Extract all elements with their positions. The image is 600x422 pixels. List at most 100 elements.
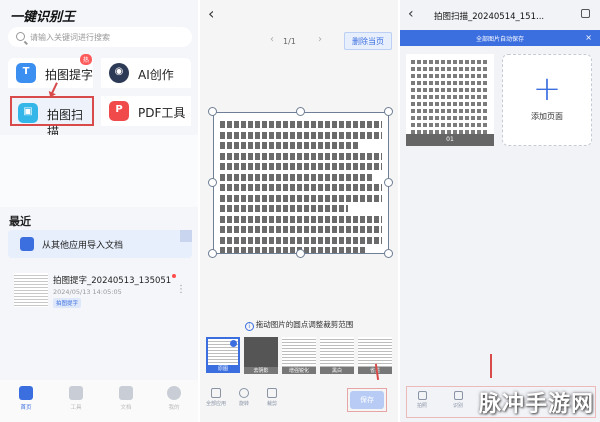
- crop-handle[interactable]: [384, 249, 393, 258]
- nav-profile[interactable]: 我的: [158, 386, 190, 411]
- filter-option[interactable]: 原图: [206, 337, 240, 373]
- file-date: 2024/05/13 14:05:05: [53, 288, 122, 296]
- text-extract-icon: T: [16, 63, 36, 83]
- recent-heading: 最近: [9, 215, 31, 228]
- feature-ai-create[interactable]: ◉ AI创作: [101, 58, 191, 88]
- apply-all-button[interactable]: 全部应用: [204, 388, 228, 407]
- close-icon[interactable]: ×: [585, 33, 592, 42]
- tool-label: 裁剪: [266, 401, 277, 407]
- tool-label: 拍照: [416, 403, 427, 409]
- profile-icon: [167, 386, 181, 400]
- list-item[interactable]: 拍图提字_20240513_135051 2024/05/13 14:05:05…: [8, 270, 192, 310]
- crop-button[interactable]: 裁剪: [260, 388, 284, 407]
- filter-strip: 原图 去阴影 增强锐化 黑白 省墨: [206, 337, 394, 379]
- search-placeholder: 请输入关键词进行搜索: [30, 33, 110, 42]
- feature-photo-scan[interactable]: ▣ 拍图扫描: [10, 96, 94, 139]
- page-indicator: 1/1: [283, 37, 296, 46]
- pointer-arrow: [490, 354, 492, 378]
- tool-label: 识别: [452, 403, 463, 409]
- scan-icon: ▣: [18, 103, 38, 123]
- document-pages-screen: ‹ 拍图扫描_20240514_151... 全部图片自动保存 × 01 + 添…: [400, 0, 600, 422]
- recognize-button[interactable]: 识别: [448, 391, 468, 409]
- crop-handle[interactable]: [296, 249, 305, 258]
- done-icon[interactable]: [581, 9, 590, 18]
- nav-label: 首页: [20, 405, 32, 411]
- tool-label: 旋转: [238, 401, 249, 407]
- document-preview: [213, 112, 389, 254]
- watermark: 脉冲手游网: [478, 392, 594, 417]
- autosave-banner: 全部图片自动保存 ×: [400, 30, 600, 46]
- filter-option[interactable]: 去阴影: [244, 337, 278, 374]
- back-arrow-icon[interactable]: ‹: [208, 4, 214, 23]
- filter-label: 原图: [208, 365, 238, 372]
- nav-tools[interactable]: 工具: [60, 386, 92, 411]
- filter-option[interactable]: 增强锐化: [282, 337, 316, 374]
- crop-handle[interactable]: [208, 249, 217, 258]
- filter-label: 黑白: [320, 367, 354, 374]
- plus-icon: +: [532, 69, 562, 109]
- next-page-icon[interactable]: ›: [318, 34, 322, 45]
- import-from-apps-button[interactable]: 从其他应用导入文档: [8, 230, 192, 258]
- feature-pdf-tools[interactable]: P PDF工具: [101, 96, 191, 126]
- nav-label: 文档: [120, 405, 132, 411]
- tool-label: 全部应用: [205, 401, 226, 407]
- robot-icon: ◉: [109, 63, 129, 83]
- rotate-icon: [239, 388, 249, 398]
- tip-text: 拖动图片的圆点调整裁剪范围: [255, 320, 354, 329]
- feature-label: PDF工具: [138, 106, 186, 120]
- filter-label: 去阴影: [244, 367, 278, 374]
- camera-button[interactable]: 拍照: [412, 391, 432, 409]
- home-icon: [19, 386, 33, 400]
- import-label: 从其他应用导入文档: [42, 241, 124, 251]
- feature-label: 拍图提字: [45, 68, 94, 82]
- info-icon: i: [244, 322, 254, 331]
- check-icon: [230, 340, 237, 347]
- apply-all-icon: [211, 388, 221, 398]
- file-name: 拍图提字_20240513_135051: [53, 276, 172, 286]
- crop-handle[interactable]: [296, 107, 305, 116]
- corner-fold-icon: [180, 230, 192, 242]
- page-number: 01: [406, 134, 494, 146]
- crop-handle[interactable]: [208, 178, 217, 187]
- more-icon[interactable]: ⋮: [176, 284, 186, 295]
- feature-label: AI创作: [138, 68, 174, 82]
- nav-home[interactable]: 首页: [10, 386, 42, 411]
- back-arrow-icon[interactable]: ‹: [408, 6, 414, 22]
- save-button[interactable]: 保存: [350, 391, 384, 409]
- file-tag: 拍图提字: [53, 298, 82, 308]
- rotate-button[interactable]: 旋转: [232, 388, 256, 407]
- crop-toolbar: 全部应用 旋转 裁剪 保存: [200, 363, 398, 422]
- nav-label: 我的: [168, 405, 180, 411]
- page-thumbnail[interactable]: 01: [406, 54, 494, 146]
- new-dot-icon: [172, 274, 177, 278]
- app-title: 一键识别王: [10, 10, 76, 25]
- nav-label: 工具: [70, 405, 82, 411]
- document-thumbnail: [14, 273, 48, 307]
- crop-handle[interactable]: [208, 107, 217, 116]
- filter-label: 增强锐化: [282, 367, 316, 374]
- nav-documents[interactable]: 文档: [110, 386, 142, 411]
- search-icon: [16, 32, 25, 41]
- blank-area: [0, 135, 198, 207]
- filter-option[interactable]: 黑白: [320, 337, 354, 374]
- add-page-button[interactable]: + 添加页面: [502, 54, 592, 146]
- pdf-icon: P: [109, 101, 129, 121]
- crop-tip: i 拖动图片的圆点调整裁剪范围: [200, 319, 398, 331]
- delete-page-button[interactable]: 删除当页: [344, 32, 392, 50]
- prev-page-icon[interactable]: ‹: [270, 34, 274, 45]
- hot-badge: 热: [80, 54, 93, 65]
- add-page-label: 添加页面: [531, 112, 563, 121]
- scan-frame-icon: [453, 391, 463, 400]
- banner-text: 全部图片自动保存: [475, 36, 524, 43]
- import-icon: [20, 237, 34, 251]
- document-title: 拍图扫描_20240514_151...: [434, 12, 545, 22]
- documents-icon: [119, 386, 133, 400]
- crop-handle[interactable]: [384, 178, 393, 187]
- home-screen: 一键识别王 请输入关键词进行搜索 T 拍图提字 热 ◉ AI创作 ▣ 拍图扫描 …: [0, 0, 198, 422]
- tools-icon: [69, 386, 83, 400]
- search-input[interactable]: 请输入关键词进行搜索: [8, 27, 192, 47]
- crop-handle[interactable]: [384, 107, 393, 116]
- crop-icon: [267, 388, 277, 398]
- camera-icon: [417, 391, 427, 400]
- crop-screen: ‹ ‹ 1/1 › 删除当页 i 拖动图片的圆点调整裁剪范围 原图 去阴影 增强锐…: [200, 0, 398, 422]
